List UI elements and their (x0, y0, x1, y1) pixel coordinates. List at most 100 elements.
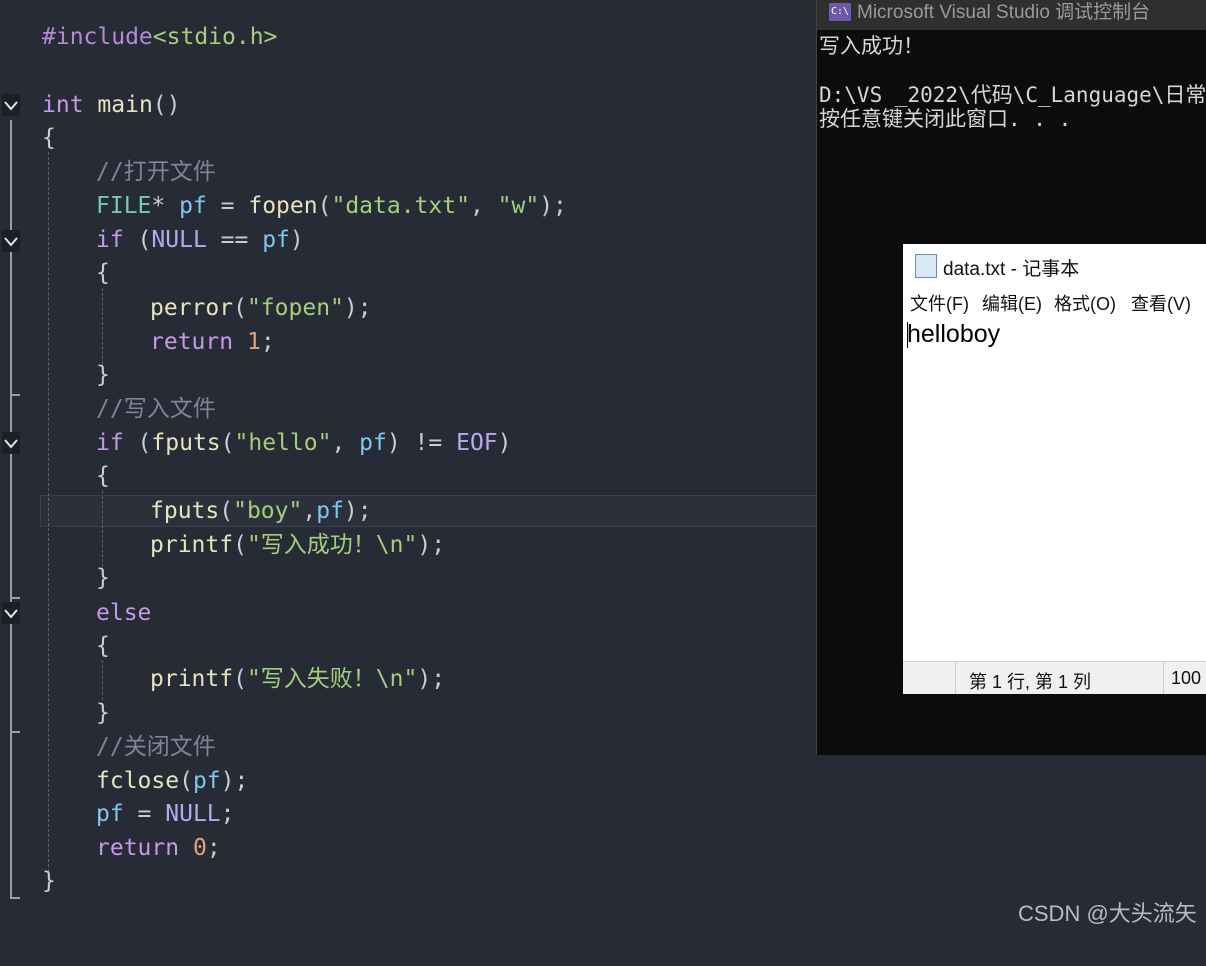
menu-file[interactable]: 文件(F) (910, 290, 969, 316)
string-literal: "boy" (233, 498, 303, 524)
function-call: fputs (150, 498, 220, 524)
include-directive: #include (42, 24, 153, 50)
punctuation: ; (206, 835, 221, 861)
code-line: printf("写入失败！\n"); (0, 662, 445, 696)
punctuation: ) (497, 430, 512, 456)
code-line: return 0; (0, 831, 221, 865)
punctuation: ) (289, 227, 304, 253)
punctuation: ( (233, 295, 247, 321)
punctuation: ); (220, 768, 249, 794)
console-app-icon: C:\ (829, 3, 851, 21)
notepad-window[interactable]: data.txt - 记事本 文件(F) 编辑(E) 格式(O) 查看(V) h… (903, 244, 1206, 694)
code-line: } (0, 561, 110, 595)
brace: { (96, 463, 110, 489)
code-line: //关闭文件 (0, 730, 216, 764)
punctuation: ); (343, 295, 372, 321)
notepad-title: data.txt - 记事本 (943, 259, 1080, 280)
punctuation: = (123, 801, 166, 827)
code-line: int main() (0, 88, 181, 122)
function-call: printf (150, 532, 234, 558)
code-line: perror("fopen"); (0, 291, 372, 325)
punctuation: ( (123, 227, 152, 253)
console-title: Microsoft Visual Studio 调试控制台 (857, 2, 1151, 23)
punctuation: = (206, 193, 249, 219)
punctuation: == (206, 227, 263, 253)
function-call: printf (150, 666, 234, 692)
keyword: if (96, 227, 124, 253)
function-call: perror (150, 295, 234, 321)
keyword: if (96, 430, 124, 456)
brace: { (96, 633, 110, 659)
brace: } (96, 362, 110, 388)
menu-format[interactable]: 格式(O) (1054, 290, 1116, 316)
variable: pf (192, 768, 221, 794)
menu-edit[interactable]: 编辑(E) (982, 290, 1042, 316)
code-line: if (NULL == pf) (0, 223, 304, 257)
code-line: } (0, 696, 110, 730)
comment: //写入文件 (96, 396, 216, 422)
punctuation: ); (417, 532, 446, 558)
punctuation: ; (260, 329, 275, 355)
status-divider (955, 662, 956, 694)
macro: EOF (456, 430, 498, 456)
keyword: else (96, 600, 152, 626)
code-line: fclose(pf); (0, 764, 248, 798)
keyword: return (96, 835, 180, 861)
code-line: //写入文件 (0, 392, 216, 426)
code-line-current: fputs("boy",pf); (0, 494, 372, 528)
punctuation: , (469, 193, 498, 219)
status-zoom: 100 (1171, 668, 1202, 688)
code-line: { (0, 629, 110, 663)
indent-guide (102, 660, 103, 700)
code-line: pf = NULL; (0, 797, 235, 831)
status-divider (1163, 662, 1164, 694)
function-call: fopen (248, 193, 318, 219)
punctuation: ); (417, 666, 446, 692)
number-literal: 1 (246, 329, 261, 355)
code-line: if (fputs("hello", pf) != EOF) (0, 426, 512, 460)
punctuation: ( (179, 768, 193, 794)
indent-guide (102, 288, 103, 364)
include-header: <stdio.h> (152, 24, 278, 50)
code-line: } (0, 864, 56, 898)
macro: NULL (165, 801, 221, 827)
punctuation: ( (220, 430, 235, 456)
type-name: FILE (96, 193, 152, 219)
punctuation: ( (233, 532, 247, 558)
code-line: return 1; (0, 325, 275, 359)
watermark: CSDN @大头流矢 (1018, 901, 1197, 926)
punctuation: ) != (386, 430, 457, 456)
comment: //关闭文件 (96, 734, 216, 760)
code-line: else (0, 596, 151, 630)
brace: } (42, 868, 56, 894)
variable: pf (96, 801, 124, 827)
notepad-title-bar[interactable]: data.txt - 记事本 (903, 244, 1206, 286)
punctuation: ( (233, 666, 247, 692)
brace: } (96, 700, 110, 726)
notepad-text-area[interactable]: helloboy (907, 320, 1000, 349)
string-literal: "写入成功！\n" (246, 532, 418, 558)
function-name: main (97, 92, 153, 118)
function-call: fputs (151, 430, 221, 456)
punctuation: , (331, 430, 360, 456)
punctuation: * (151, 193, 166, 219)
string-literal: "w" (497, 193, 540, 219)
code-line: { (0, 121, 56, 155)
brace: { (42, 125, 56, 151)
console-title-bar[interactable]: C:\ Microsoft Visual Studio 调试控制台 (817, 0, 1206, 30)
string-literal: "写入失败！\n" (246, 666, 418, 692)
comment: //打开文件 (96, 159, 216, 185)
menu-view[interactable]: 查看(V) (1131, 290, 1191, 316)
variable: pf (179, 193, 207, 219)
indent-guide (102, 491, 103, 567)
brace: { (96, 260, 110, 286)
console-output-line: 写入成功！ (819, 34, 924, 58)
punctuation: ( (123, 430, 152, 456)
function-call: fclose (96, 768, 180, 794)
brace: } (96, 565, 110, 591)
variable: pf (316, 498, 344, 524)
code-line: FILE* pf = fopen("data.txt", "w"); (0, 189, 567, 223)
status-cursor-position: 第 1 行, 第 1 列 (969, 672, 1092, 692)
type-keyword: int (42, 92, 84, 118)
punctuation: , (302, 498, 317, 524)
